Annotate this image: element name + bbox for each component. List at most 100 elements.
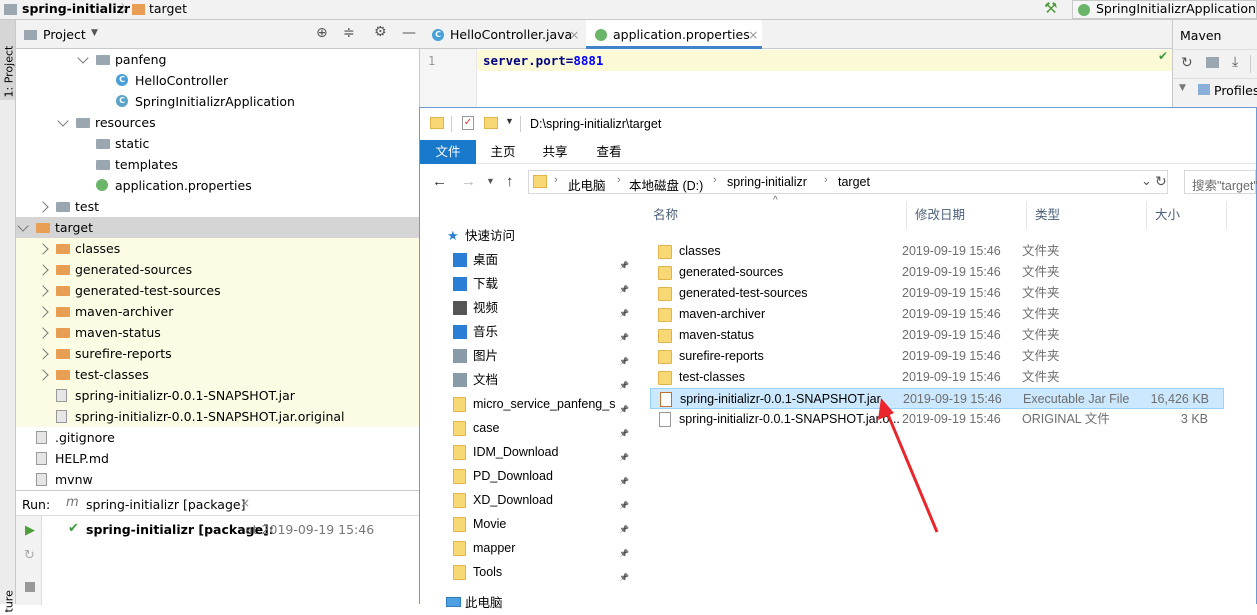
download-icon[interactable]: ⤓ bbox=[1232, 54, 1238, 70]
pin-icon[interactable]: 📌 bbox=[619, 326, 629, 342]
pin-icon[interactable]: 📌 bbox=[619, 374, 629, 390]
chevron-right-icon[interactable] bbox=[37, 348, 49, 360]
breadcrumb-target[interactable]: target bbox=[149, 1, 187, 16]
code-line[interactable]: server.port=8881 bbox=[483, 53, 603, 68]
nav-item[interactable]: micro_service_panfeng_s 📌 bbox=[420, 392, 637, 416]
tab-file[interactable]: 文件 bbox=[420, 140, 476, 164]
chevron-down-icon[interactable] bbox=[17, 220, 29, 232]
file-row[interactable]: maven-archiver 2019-09-19 15:46 文件夹 bbox=[650, 304, 1224, 325]
run-config-selector[interactable]: SpringInitializrApplication bbox=[1072, 0, 1257, 19]
quick-access[interactable]: ★ 快速访问 bbox=[420, 224, 637, 248]
nav-item[interactable]: 桌面 📌 bbox=[420, 248, 637, 272]
breadcrumb-spring-initializr[interactable]: spring-initializr bbox=[727, 175, 807, 189]
nav-item[interactable]: 视频 📌 bbox=[420, 296, 637, 320]
nav-item[interactable]: Tools 📌 bbox=[420, 560, 637, 584]
tree-item[interactable]: C HelloController bbox=[16, 70, 420, 91]
column-size[interactable]: 大小 bbox=[1147, 201, 1227, 229]
close-icon[interactable]: × bbox=[748, 20, 758, 49]
column-name[interactable]: 名称 bbox=[645, 201, 907, 229]
nav-item[interactable]: XD_Download 📌 bbox=[420, 488, 637, 512]
add-maven-project-icon[interactable] bbox=[1206, 57, 1219, 68]
tree-item[interactable]: templates bbox=[16, 154, 420, 175]
gear-icon[interactable]: ⚙ bbox=[374, 24, 387, 40]
nav-item[interactable]: IDM_Download 📌 bbox=[420, 440, 637, 464]
chevron-right-icon[interactable] bbox=[37, 306, 49, 318]
pin-icon[interactable]: 📌 bbox=[619, 278, 629, 294]
project-tool-label[interactable]: 1: Project bbox=[3, 28, 16, 98]
tab-home[interactable]: 主页 bbox=[480, 140, 526, 164]
chevron-down-icon[interactable]: ▼ bbox=[1179, 83, 1186, 93]
tree-item[interactable]: spring-initializr-0.0.1-SNAPSHOT.jar bbox=[16, 385, 420, 406]
breadcrumb-project[interactable]: spring-initializr bbox=[22, 1, 130, 16]
breadcrumb-target[interactable]: target bbox=[838, 175, 870, 189]
hide-icon[interactable]: — bbox=[402, 25, 416, 41]
forward-arrow-icon[interactable]: → bbox=[461, 173, 476, 190]
pin-icon[interactable]: 📌 bbox=[619, 446, 629, 462]
column-date[interactable]: 修改日期 bbox=[907, 201, 1027, 229]
pin-icon[interactable]: 📌 bbox=[619, 494, 629, 510]
nav-item[interactable]: Movie 📌 bbox=[420, 512, 637, 536]
tree-item[interactable]: maven-archiver bbox=[16, 301, 420, 322]
search-box[interactable]: 搜索"target" bbox=[1184, 170, 1257, 194]
tree-item[interactable]: generated-sources bbox=[16, 259, 420, 280]
chevron-down-icon[interactable] bbox=[77, 52, 89, 64]
tree-item[interactable]: panfeng bbox=[16, 49, 420, 70]
properties-check-icon[interactable]: ✓ bbox=[462, 116, 474, 130]
back-arrow-icon[interactable]: ← bbox=[432, 173, 447, 190]
chevron-right-icon[interactable] bbox=[37, 327, 49, 339]
breadcrumb-this-pc[interactable]: 此电脑 bbox=[568, 175, 606, 194]
tab-hello-controller[interactable]: C HelloController.java × bbox=[420, 20, 586, 49]
chevron-down-icon[interactable] bbox=[57, 115, 69, 127]
pin-icon[interactable]: 📌 bbox=[619, 542, 629, 558]
rerun-icon[interactable]: ↻ bbox=[24, 548, 35, 563]
file-row[interactable]: test-classes 2019-09-19 15:46 文件夹 bbox=[650, 367, 1224, 388]
tree-item[interactable]: .gitignore bbox=[16, 427, 420, 448]
reload-icon[interactable]: ↻ bbox=[1181, 55, 1193, 71]
nav-item[interactable]: PD_Download 📌 bbox=[420, 464, 637, 488]
structure-tool-label[interactable]: ture bbox=[3, 573, 16, 612]
up-arrow-icon[interactable]: ↑ bbox=[506, 173, 514, 190]
build-hammer-icon[interactable]: ⚒ bbox=[1044, 0, 1057, 17]
chevron-right-icon[interactable] bbox=[37, 369, 49, 381]
address-bar[interactable]: › 此电脑 › 本地磁盘 (D:) › spring-initializr › … bbox=[528, 170, 1168, 194]
file-row[interactable]: maven-status 2019-09-19 15:46 文件夹 bbox=[650, 325, 1224, 346]
file-row[interactable]: generated-test-sources 2019-09-19 15:46 文件… bbox=[650, 283, 1224, 304]
tree-item[interactable]: target bbox=[16, 217, 420, 238]
pin-icon[interactable]: 📌 bbox=[619, 398, 629, 414]
chevron-right-icon[interactable] bbox=[37, 285, 49, 297]
address-dropdown-icon[interactable]: ⌄ bbox=[1141, 173, 1152, 189]
pin-icon[interactable]: 📌 bbox=[619, 518, 629, 534]
nav-item[interactable]: 文档 📌 bbox=[420, 368, 637, 392]
column-type[interactable]: 类型 bbox=[1027, 201, 1147, 229]
this-pc[interactable]: 此电脑 bbox=[420, 591, 637, 615]
play-icon[interactable]: ▶ bbox=[25, 523, 35, 538]
chevron-right-icon[interactable] bbox=[37, 201, 49, 213]
chevron-right-icon[interactable] bbox=[37, 264, 49, 276]
tree-item[interactable]: surefire-reports bbox=[16, 343, 420, 364]
nav-item[interactable]: mapper 📌 bbox=[420, 536, 637, 560]
pin-icon[interactable]: 📌 bbox=[619, 566, 629, 582]
run-tab-label[interactable]: spring-initializr [package] bbox=[86, 497, 245, 512]
file-row[interactable]: classes 2019-09-19 15:46 文件夹 bbox=[650, 241, 1224, 262]
tree-item[interactable]: test-classes bbox=[16, 364, 420, 385]
tree-item[interactable]: generated-test-sources bbox=[16, 280, 420, 301]
chevron-down-icon[interactable]: ▼ bbox=[91, 28, 98, 38]
folder-icon[interactable] bbox=[430, 117, 444, 129]
tree-item[interactable]: HELP.md bbox=[16, 448, 420, 469]
close-icon[interactable]: × bbox=[240, 496, 250, 510]
chevron-down-icon[interactable]: ▼ bbox=[505, 116, 514, 126]
refresh-icon[interactable]: ↻ bbox=[1155, 173, 1167, 190]
tab-share[interactable]: 共享 bbox=[532, 140, 578, 164]
nav-item[interactable]: 图片 📌 bbox=[420, 344, 637, 368]
tree-item[interactable]: static bbox=[16, 133, 420, 154]
tree-item[interactable]: maven-status bbox=[16, 322, 420, 343]
tree-item[interactable]: C SpringInitializrApplication bbox=[16, 91, 420, 112]
file-row[interactable]: surefire-reports 2019-09-19 15:46 文件夹 bbox=[650, 346, 1224, 367]
project-view-title[interactable]: Project bbox=[43, 27, 86, 42]
tree-item[interactable]: resources bbox=[16, 112, 420, 133]
profiles-label[interactable]: Profiles bbox=[1214, 83, 1257, 98]
pin-icon[interactable]: 📌 bbox=[619, 302, 629, 318]
pin-icon[interactable]: 📌 bbox=[619, 422, 629, 438]
tree-item[interactable]: test bbox=[16, 196, 420, 217]
new-folder-icon[interactable] bbox=[484, 117, 498, 129]
